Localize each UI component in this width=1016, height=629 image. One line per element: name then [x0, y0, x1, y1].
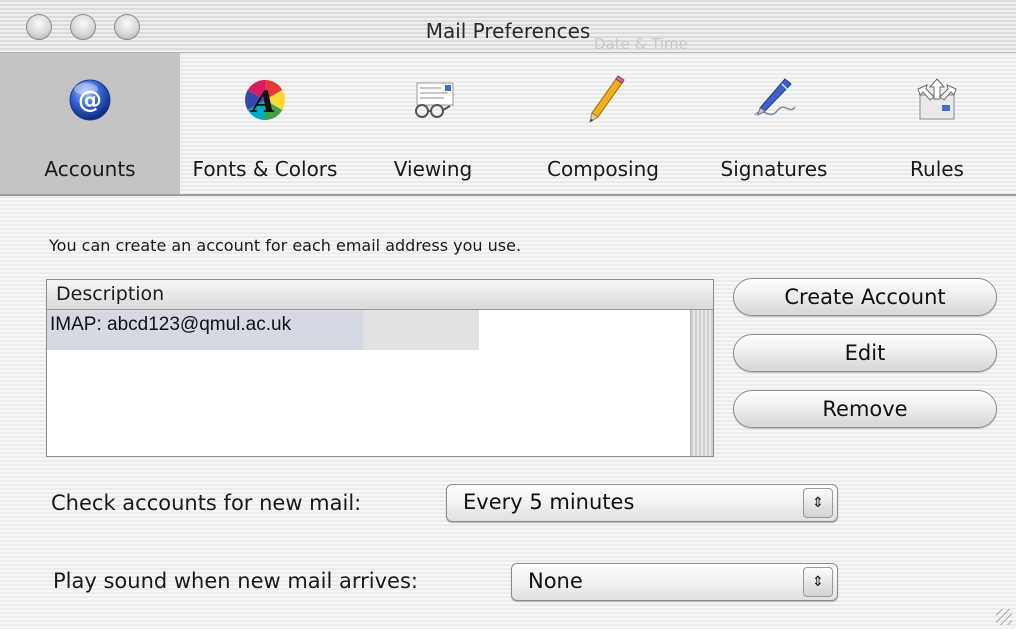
tab-viewing[interactable]: Viewing	[350, 53, 516, 194]
new-mail-sound-select[interactable]: None ⇕	[511, 563, 838, 601]
tab-label: Accounts	[44, 157, 136, 181]
at-sign-icon: @	[69, 79, 111, 121]
vertical-scrollbar[interactable]	[690, 310, 713, 456]
tab-label: Composing	[547, 157, 659, 181]
edit-button[interactable]: Edit	[733, 334, 997, 372]
tab-label: Rules	[910, 157, 964, 181]
tab-fonts-colors[interactable]: A Fonts & Colors	[180, 53, 350, 194]
popup-arrows-icon: ⇕	[803, 488, 833, 518]
title-bar[interactable]: Date & Time Mail Preferences	[0, 0, 1016, 53]
new-mail-sound-value: None	[528, 569, 583, 593]
preferences-toolbar: @ Accounts A Fonts & Colors Viewing Comp…	[0, 53, 1016, 196]
svg-text:@: @	[78, 86, 102, 114]
tab-rules[interactable]: Rules	[858, 53, 1016, 194]
accounts-info-text: You can create an account for each email…	[49, 236, 522, 255]
check-mail-select[interactable]: Every 5 minutes ⇕	[446, 484, 838, 522]
tab-accounts[interactable]: @ Accounts	[0, 53, 180, 194]
accounts-table: Description IMAP: abcd123@qmul.ac.uk	[46, 279, 714, 457]
resize-grip[interactable]	[996, 609, 1012, 625]
remove-button[interactable]: Remove	[733, 390, 997, 428]
pen-signature-icon	[754, 78, 796, 117]
column-header-description: Description	[56, 283, 165, 305]
rules-arrows-icon	[917, 78, 957, 120]
window-title: Mail Preferences	[425, 19, 591, 43]
viewing-glasses-icon	[415, 82, 454, 118]
pencil-icon	[589, 75, 625, 124]
new-mail-sound-label: Play sound when new mail arrives:	[53, 569, 418, 593]
tab-label: Viewing	[393, 157, 473, 181]
account-description: IMAP: abcd123@qmul.ac.uk	[50, 314, 292, 335]
tab-label: Fonts & Colors	[192, 157, 338, 181]
svg-text:A: A	[249, 85, 275, 120]
popup-arrows-icon: ⇕	[803, 567, 833, 597]
tab-label: Signatures	[720, 157, 828, 181]
create-account-button[interactable]: Create Account	[733, 278, 997, 316]
check-mail-value: Every 5 minutes	[463, 490, 635, 514]
tab-composing[interactable]: Composing	[516, 53, 690, 194]
fonts-colors-icon: A	[245, 80, 285, 120]
check-mail-label: Check accounts for new mail:	[51, 491, 362, 515]
tab-signatures[interactable]: Signatures	[690, 53, 858, 194]
table-row[interactable]: IMAP: abcd123@qmul.ac.uk	[47, 310, 690, 350]
table-header[interactable]: Description	[47, 280, 713, 310]
